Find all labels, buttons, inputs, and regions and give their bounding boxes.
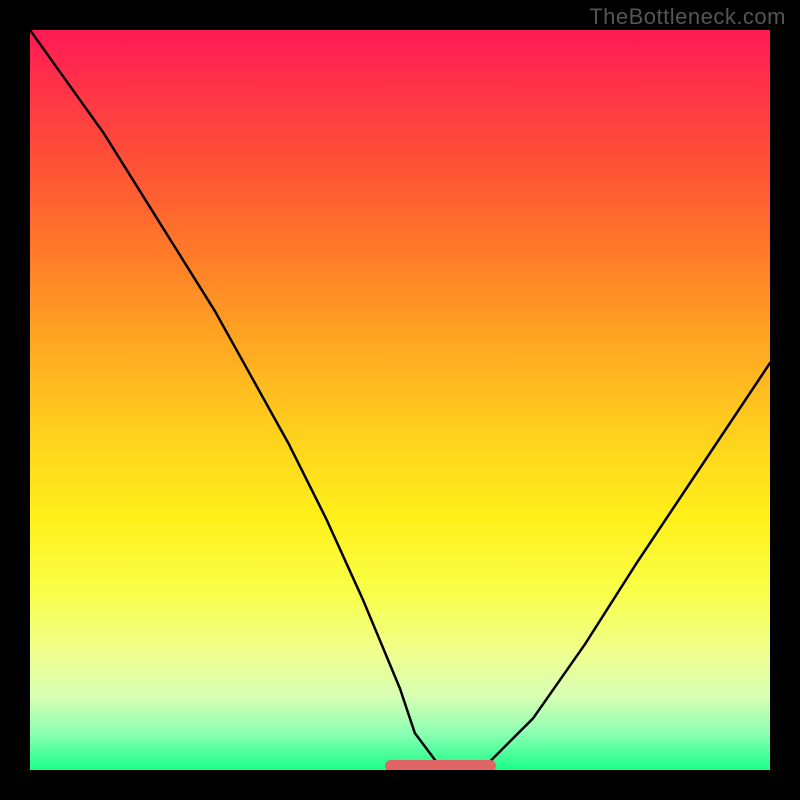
chart-frame: TheBottleneck.com (0, 0, 800, 800)
chart-curve (30, 30, 770, 770)
watermark-text: TheBottleneck.com (589, 4, 786, 30)
accent-segment (385, 760, 496, 770)
plot-area (30, 30, 770, 770)
